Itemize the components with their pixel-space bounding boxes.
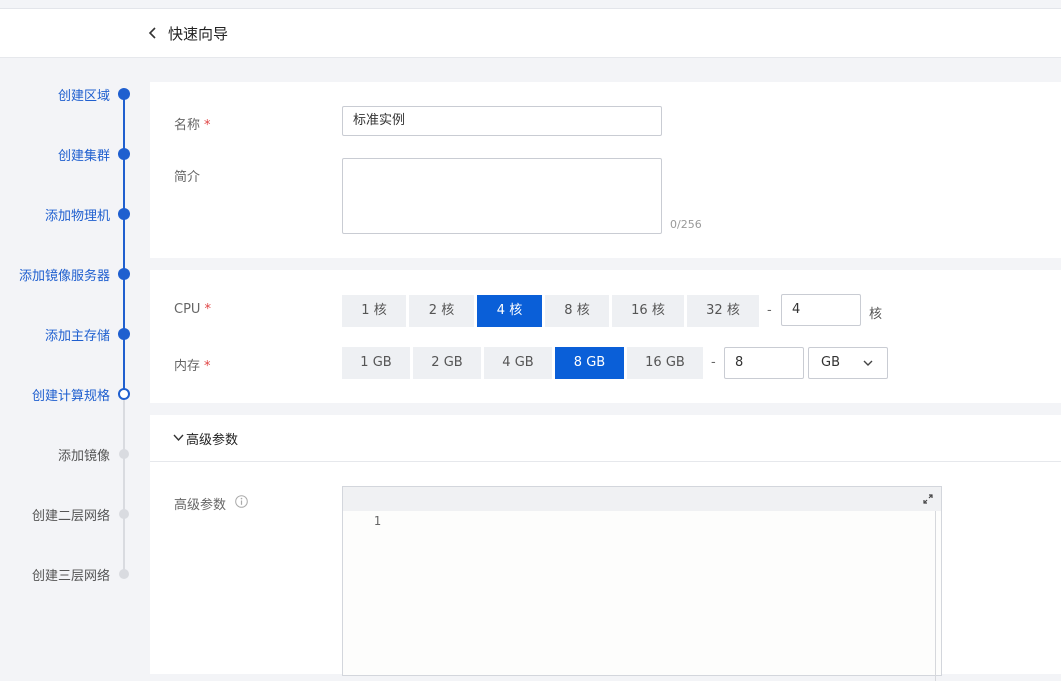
step-add-primary-storage[interactable]: 添加主存储 [0,324,150,344]
chevron-down-icon [173,434,184,442]
cpu-option-8[interactable]: 8 核 [545,295,609,327]
step-create-instance-offering[interactable]: 创建计算规格 [0,384,150,404]
description-counter: 0/256 [670,218,702,231]
memory-label: 内存 * [174,359,211,374]
step-add-backup-storage[interactable]: 添加镜像服务器 [0,264,150,284]
editor-line-number: 1 [343,511,383,681]
editor-toolbar [343,487,941,511]
expand-icon[interactable] [923,494,933,504]
step-label: 添加镜像服务器 [18,269,110,284]
step-dot [118,388,130,400]
memory-unit-value: GB [821,355,840,370]
page-header: 快速向导 [0,9,1061,58]
advanced-section-header[interactable]: 高级参数 [150,415,1061,462]
step-dot [118,208,130,220]
cpu-dash: - [767,303,772,318]
advanced-section-title: 高级参数 [186,433,239,448]
page-title: 快速向导 [168,25,229,43]
cpu-custom-input[interactable]: 4 [781,294,861,326]
description-textarea[interactable] [342,158,662,234]
step-create-zone[interactable]: 创建区域 [0,84,150,104]
step-dot [119,449,129,459]
memory-option-16gb[interactable]: 16 GB [627,347,703,379]
step-add-image[interactable]: 添加镜像 [0,444,150,464]
advanced-params-label: 高级参数 [174,498,227,513]
top-strip [0,0,1061,9]
cpu-option-2[interactable]: 2 核 [409,295,474,327]
spec-card: CPU * 1 核 2 核 4 核 8 核 16 核 32 核 - 4 核 内存 *… [150,270,1061,403]
advanced-params-editor[interactable]: 1 [342,486,942,681]
steps-line-todo [123,394,125,574]
step-create-cluster[interactable]: 创建集群 [0,144,150,164]
cpu-option-1[interactable]: 1 核 [342,295,406,327]
step-dot [119,569,129,579]
required-mark: * [204,118,211,133]
cpu-unit: 核 [869,307,883,322]
cpu-option-4[interactable]: 4 核 [477,295,542,327]
description-label: 简介 [174,170,201,185]
step-dot [119,509,129,519]
memory-option-2gb[interactable]: 2 GB [413,347,481,379]
step-label: 添加主存储 [44,329,110,344]
step-create-l2-network[interactable]: 创建二层网络 [0,504,150,524]
required-mark: * [204,302,211,317]
memory-option-4gb[interactable]: 4 GB [484,347,552,379]
step-label: 创建三层网络 [31,569,110,584]
step-dot [118,148,130,160]
memory-custom-input[interactable]: 8 [724,347,804,379]
step-label: 创建区域 [57,89,110,104]
advanced-card: 高级参数 高级参数 1 [150,415,1061,681]
memory-unit-select[interactable]: GB [808,347,888,379]
basic-info-card: 名称 * 标准实例 简介 0/256 [150,82,1061,258]
cpu-label: CPU * [174,302,211,317]
step-add-host[interactable]: 添加物理机 [0,204,150,224]
step-create-l3-network[interactable]: 创建三层网络 [0,564,150,584]
memory-dash: - [711,355,716,370]
required-mark: * [204,359,211,374]
line-number: 1 [373,514,381,528]
name-label: 名称 * [174,118,211,133]
info-icon[interactable] [235,495,248,508]
chevron-left-icon[interactable] [146,25,160,41]
chevron-down-icon [863,360,873,366]
step-label: 添加镜像 [57,449,110,464]
step-dot [118,328,130,340]
wizard-steps: 创建区域 创建集群 添加物理机 添加镜像服务器 添加主存储 创建计算规格 添加镜… [0,60,150,674]
step-label: 创建集群 [57,149,110,164]
editor-margin-line [935,511,936,681]
step-label: 创建二层网络 [31,509,110,524]
memory-option-8gb[interactable]: 8 GB [555,347,624,379]
step-label: 创建计算规格 [31,389,110,404]
cpu-option-32[interactable]: 32 核 [687,295,759,327]
step-dot [118,88,130,100]
memory-option-1gb[interactable]: 1 GB [342,347,410,379]
step-label: 添加物理机 [44,209,110,224]
name-input[interactable]: 标准实例 [342,106,662,136]
step-dot [118,268,130,280]
cpu-option-16[interactable]: 16 核 [612,295,684,327]
steps-line-done [123,94,125,394]
